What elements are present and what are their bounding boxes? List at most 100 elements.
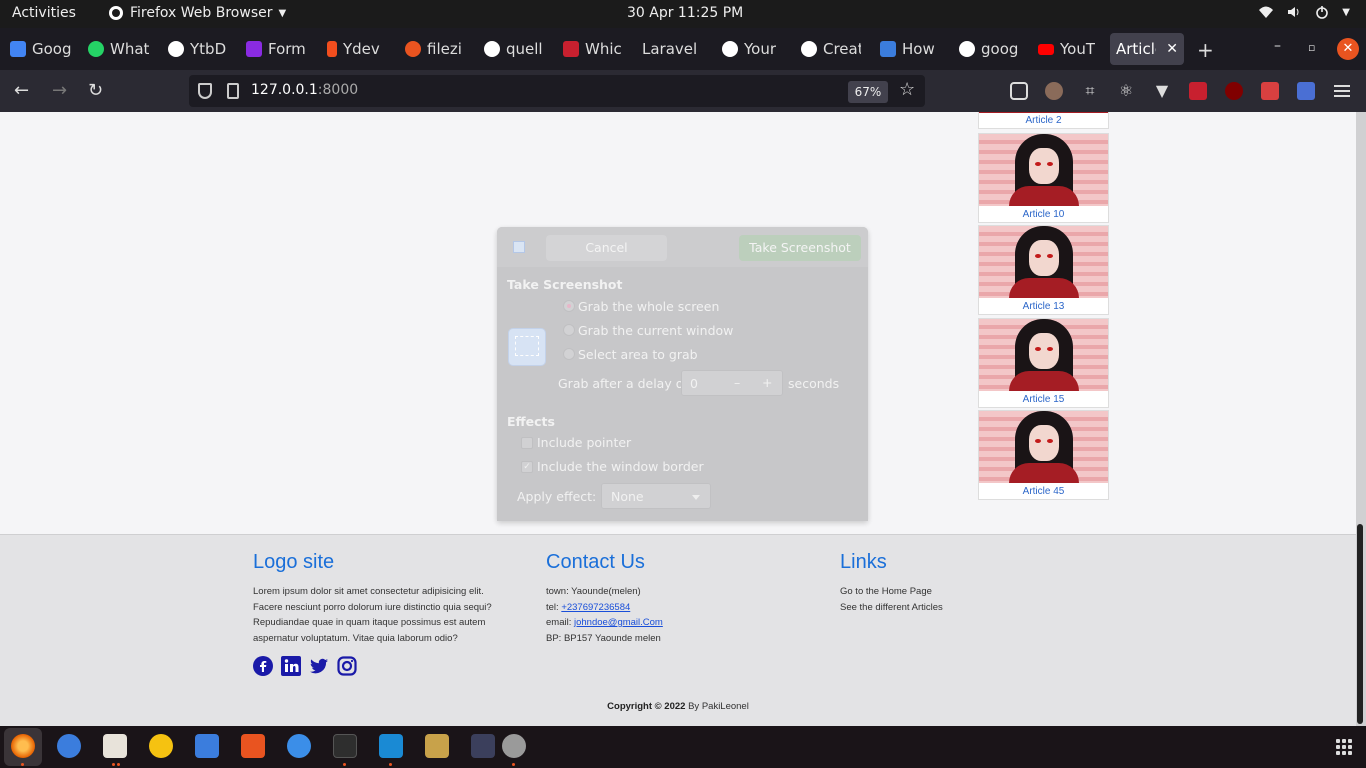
extension-tool-icon[interactable]: ⌗ (1081, 82, 1099, 100)
tab-label: Form (268, 40, 306, 58)
radio-select-area[interactable] (563, 348, 575, 360)
color-picker-icon[interactable] (1189, 82, 1207, 100)
zoom-indicator[interactable]: 67% (848, 81, 888, 103)
screenshot-icon[interactable] (1261, 82, 1279, 100)
tab-form[interactable]: Form (246, 33, 308, 65)
effect-select[interactable]: None (601, 483, 711, 509)
tab-how[interactable]: How (880, 33, 940, 65)
tab-google[interactable]: Goog (10, 33, 76, 65)
maximize-button[interactable]: ▫ (1308, 41, 1315, 54)
firefox-dock-icon[interactable] (11, 734, 35, 758)
logo-title: Logo site (253, 551, 335, 573)
email-link[interactable]: johndoe@gmail.Com (574, 617, 663, 628)
checkbox-include-pointer[interactable] (521, 437, 533, 449)
linkedin-icon[interactable] (281, 656, 301, 676)
tab-google-quel[interactable]: quell (484, 33, 542, 65)
back-button[interactable]: ← (14, 80, 29, 101)
checkbox-include-border[interactable]: ✓ (521, 461, 533, 473)
activities-button[interactable]: Activities (12, 5, 76, 21)
take-screenshot-button[interactable]: Take Screenshot (739, 235, 861, 261)
facebook-icon[interactable] (253, 656, 273, 676)
writer-dock-icon[interactable] (195, 734, 219, 758)
new-tab-button[interactable]: + (1197, 38, 1214, 62)
vue-devtools-icon[interactable]: ▼ (1153, 82, 1171, 100)
tab-laravel[interactable]: Laravel (642, 33, 702, 65)
terminal-dock-icon[interactable] (333, 734, 357, 758)
article-label[interactable]: Article 13 (979, 301, 1108, 312)
copyright-author: By PakiLeonel (685, 701, 749, 712)
footer-logo-column: Logo site Lorem ipsum dolor sit amet con… (253, 551, 513, 676)
page-scrollbar[interactable] (1356, 112, 1366, 726)
instagram-icon[interactable] (337, 656, 357, 676)
plus-icon[interactable]: + (762, 375, 772, 390)
tel-link[interactable]: +237697236584 (561, 602, 630, 613)
article-card[interactable]: Article 10 (978, 133, 1109, 223)
tab-whatsapp[interactable]: What (88, 33, 150, 65)
menu-icon[interactable] (1334, 82, 1350, 100)
tab-google-goog[interactable]: goog (959, 33, 1019, 65)
cancel-button[interactable]: Cancel (546, 235, 667, 261)
system-tray[interactable]: ▼ (1258, 4, 1350, 20)
clock[interactable]: 30 Apr 11:25 PM (627, 5, 743, 21)
files-dock-icon[interactable] (103, 734, 127, 758)
react-devtools-icon[interactable]: ⚛ (1117, 82, 1135, 100)
tab-youtube[interactable]: YouT (1038, 33, 1098, 65)
scrollbar-thumb[interactable] (1357, 524, 1363, 724)
rhythmbox-dock-icon[interactable] (149, 734, 173, 758)
page-icon[interactable] (227, 83, 239, 99)
tab-which[interactable]: Whicl (563, 33, 623, 65)
help-dock-icon[interactable] (287, 734, 311, 758)
label-include-pointer[interactable]: Include pointer (537, 435, 631, 450)
radio-current-window[interactable] (563, 324, 575, 336)
link-articles[interactable]: See the different Articles (840, 600, 1080, 616)
app-menu[interactable]: Firefox Web Browser ▼ (108, 5, 286, 21)
link-home[interactable]: Go to the Home Page (840, 584, 1080, 600)
label-include-border[interactable]: Include the window border (537, 459, 704, 474)
article-card[interactable]: Article 15 (978, 318, 1109, 408)
article-label[interactable]: Article 15 (979, 394, 1108, 405)
tab-github-create[interactable]: Creat (801, 33, 861, 65)
vscode-dock-icon[interactable] (379, 734, 403, 758)
running-indicator (21, 763, 24, 766)
tab-github-your[interactable]: Your (722, 33, 782, 65)
thunderbird-dock-icon[interactable] (57, 734, 81, 758)
article-label[interactable]: Article 2 (979, 115, 1108, 126)
url-text[interactable]: 127.0.0.1:8000 (251, 82, 358, 98)
extension-avatar-icon[interactable] (1045, 82, 1063, 100)
forward-button[interactable]: → (52, 80, 67, 101)
volume-icon (1288, 7, 1299, 17)
calculator-dock-icon[interactable] (425, 734, 449, 758)
window-close-button[interactable]: ✕ (1337, 38, 1359, 60)
shield-icon[interactable] (198, 83, 212, 99)
article-label[interactable]: Article 45 (979, 486, 1108, 497)
article-label[interactable]: Article 10 (979, 209, 1108, 220)
bookmark-star-icon[interactable]: ☆ (899, 79, 915, 100)
tab-label: Your (744, 40, 777, 58)
delay-value[interactable]: 0 (690, 376, 698, 391)
minus-icon[interactable]: – (734, 375, 740, 390)
screenshot-dock-icon[interactable] (471, 734, 495, 758)
article-card[interactable]: Article 13 (978, 225, 1109, 315)
ublock-icon[interactable] (1225, 82, 1243, 100)
tab-filezilla[interactable]: filezi (405, 33, 465, 65)
reload-button[interactable]: ↻ (88, 80, 103, 101)
url-bar[interactable]: 127.0.0.1:8000 67% ☆ (189, 75, 925, 107)
article-card[interactable]: Article 45 (978, 410, 1109, 500)
article-card[interactable]: Article 2 (978, 112, 1109, 129)
twitter-icon[interactable] (309, 656, 329, 676)
tab-figma[interactable]: Ydev (327, 33, 385, 65)
close-icon[interactable]: ✕ (1166, 41, 1178, 57)
option-current-window[interactable]: Grab the current window (578, 323, 733, 338)
radio-whole-screen[interactable] (563, 300, 575, 312)
disk-dock-icon[interactable] (502, 734, 526, 758)
translate-icon[interactable] (1297, 82, 1315, 100)
show-apps-icon[interactable] (1336, 739, 1352, 755)
delay-spinner[interactable]: 0 – + (681, 370, 783, 396)
tab-github-ytbd[interactable]: YtbD (168, 33, 230, 65)
pocket-icon[interactable] (1010, 82, 1028, 100)
option-select-area[interactable]: Select area to grab (578, 347, 698, 362)
tab-article-active[interactable]: Article ✕ (1110, 33, 1184, 65)
software-dock-icon[interactable] (241, 734, 265, 758)
option-whole-screen[interactable]: Grab the whole screen (578, 299, 719, 314)
minimize-button[interactable]: – (1274, 38, 1281, 54)
